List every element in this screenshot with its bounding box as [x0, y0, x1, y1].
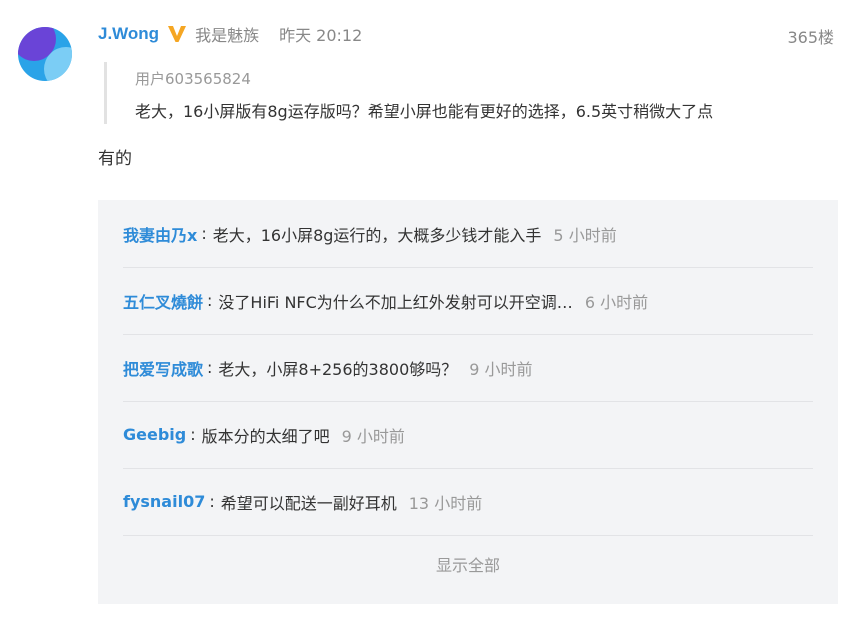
quoted-comment: 用户603565824 老大，16小屏版有8g运存版吗？希望小屏也能有更好的选择… — [104, 62, 827, 124]
sub-reply-user[interactable]: fysnail07 — [123, 492, 205, 511]
avatar[interactable] — [18, 27, 72, 81]
sub-reply-user[interactable]: 我妻由乃x — [123, 222, 197, 246]
sub-reply-text: 老大，16小屏8g运行的，大概多少钱才能入手 — [212, 225, 542, 245]
sub-reply-separator: : — [207, 291, 213, 310]
sub-reply-user[interactable]: Geebig — [123, 425, 186, 444]
sub-reply-item: fysnail07 : 希望可以配送一副好耳机 13 小时前 — [123, 468, 813, 536]
sub-reply-item: 我妻由乃x : 老大，16小屏8g运行的，大概多少钱才能入手 5 小时前 — [123, 200, 813, 268]
sub-reply-separator: : — [207, 358, 213, 377]
sub-reply-item: Geebig : 版本分的太细了吧 9 小时前 — [123, 401, 813, 469]
sub-replies-panel: 我妻由乃x : 老大，16小屏8g运行的，大概多少钱才能入手 5 小时前 五仁叉… — [98, 200, 838, 604]
post-header: J.Wong 我是魅族 昨天 20:12 — [98, 22, 362, 46]
sub-reply-user[interactable]: 五仁叉燒餅 — [123, 289, 203, 313]
sub-reply-text: 老大，小屏8+256的3800够吗？ — [218, 359, 458, 379]
sub-reply-text: 希望可以配送一副好耳机 — [220, 493, 397, 513]
reply-text: 有的 — [98, 149, 132, 169]
sub-reply-item: 五仁叉燒餅 : 没了HiFi NFC为什么不加上红外发射可以开空调… 6 小时前 — [123, 267, 813, 335]
show-all-button[interactable]: 显示全部 — [98, 552, 838, 576]
sub-reply-item: 把爱写成歌 : 老大，小屏8+256的3800够吗？ 9 小时前 — [123, 334, 813, 402]
sub-reply-text: 没了HiFi NFC为什么不加上红外发射可以开空调… — [218, 292, 573, 312]
sub-reply-time: 13 小时前 — [408, 493, 483, 513]
floor-number: 365楼 — [787, 28, 834, 47]
sub-reply-separator: : — [201, 224, 207, 243]
sub-reply-time: 6 小时前 — [584, 292, 649, 312]
author-name[interactable]: J.Wong — [98, 24, 159, 44]
sub-reply-time: 5 小时前 — [553, 225, 617, 245]
user-group: 我是魅族 — [195, 26, 260, 45]
sub-reply-separator: : — [209, 492, 215, 511]
sub-reply-separator: : — [190, 425, 196, 444]
sub-reply-text: 版本分的太细了吧 — [201, 426, 330, 446]
quoted-user[interactable]: 用户603565824 — [135, 68, 251, 89]
sub-reply-user[interactable]: 把爱写成歌 — [123, 356, 203, 380]
verified-icon — [167, 24, 187, 44]
sub-reply-time: 9 小时前 — [341, 426, 405, 446]
quoted-text: 老大，16小屏版有8g运存版吗？希望小屏也能有更好的选择，6.5英寸稍微大了点 — [135, 102, 714, 121]
sub-reply-time: 9 小时前 — [469, 359, 533, 379]
post-time: 昨天 20:12 — [279, 26, 363, 45]
